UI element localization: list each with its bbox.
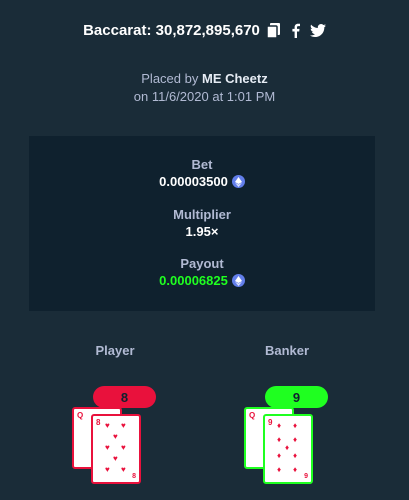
card-rank-bottom: 8 (132, 473, 136, 480)
facebook-icon[interactable] (288, 23, 304, 39)
player-label: Player (95, 343, 135, 358)
heart-suit-icon: ♥ (121, 443, 126, 452)
diamond-suit-icon: ♦ (277, 451, 282, 460)
heart-suit-icon: ♥ (113, 432, 118, 441)
heart-suit-icon: ♥ (121, 421, 126, 430)
player-card-2: 8 8 ♥ ♥ ♥ ♥ ♥ ♥ ♥ ♥ (91, 414, 141, 484)
bet-stats-panel: Bet 0.00003500 Multiplier 1.95× Payout 0… (29, 136, 375, 311)
banker-label: Banker (264, 343, 310, 358)
player-score-badge: 8 (93, 386, 156, 408)
card-rank: 8 (96, 418, 101, 427)
diamond-suit-icon: ♦ (285, 443, 290, 452)
payout-stat: Payout 0.00006825 (29, 256, 375, 288)
bet-stat: Bet 0.00003500 (29, 157, 375, 189)
multiplier-stat: Multiplier 1.95× (29, 207, 375, 239)
bet-title: Baccarat: 30,872,895,670 (83, 22, 260, 39)
multiplier-label: Multiplier (173, 207, 231, 222)
bet-value: 0.00003500 (159, 174, 228, 189)
multiplier-value: 1.95× (185, 224, 219, 239)
heart-suit-icon: ♥ (105, 443, 110, 452)
diamond-suit-icon: ♦ (277, 465, 282, 474)
heart-suit-icon: ♥ (105, 421, 110, 430)
diamond-suit-icon: ♦ (293, 421, 298, 430)
heart-suit-icon: ♥ (121, 465, 126, 474)
heart-suit-icon: ♥ (113, 454, 118, 463)
diamond-suit-icon: ♦ (293, 465, 298, 474)
payout-label: Payout (180, 256, 224, 271)
card-rank-bottom: 9 (304, 473, 308, 480)
card-rank: Q (249, 411, 256, 420)
card-rank: Q (77, 411, 84, 420)
copy-icon[interactable] (266, 23, 282, 39)
banker-card-2: 9 9 ♦ ♦ ♦ ♦ ♦ ♦ ♦ ♦ ♦ (263, 414, 313, 484)
heart-suit-icon: ♥ (105, 465, 110, 474)
placed-user[interactable]: ME Cheetz (202, 71, 268, 86)
banker-score: 9 (292, 389, 301, 405)
placed-prefix: Placed by (141, 71, 199, 86)
eth-icon (231, 274, 245, 287)
bet-value-row: 0.00003500 (29, 174, 375, 189)
multiplier-value-row: 1.95× (29, 224, 375, 239)
diamond-suit-icon: ♦ (293, 451, 298, 460)
bet-label: Bet (191, 157, 213, 172)
twitter-icon[interactable] (309, 23, 326, 39)
eth-icon (231, 175, 245, 188)
diamond-suit-icon: ♦ (277, 421, 282, 430)
payout-value: 0.00006825 (159, 273, 228, 288)
diamond-suit-icon: ♦ (277, 435, 282, 444)
player-score: 8 (120, 389, 129, 405)
placed-date: on 11/6/2020 at 1:01 PM (133, 89, 276, 104)
payout-value-row: 0.00006825 (29, 273, 375, 288)
card-rank: 9 (268, 418, 273, 427)
banker-score-badge: 9 (265, 386, 328, 408)
bet-header: Baccarat: 30,872,895,670 (0, 22, 409, 39)
placed-info: Placed by ME Cheetz on 11/6/2020 at 1:01… (0, 70, 409, 106)
diamond-suit-icon: ♦ (293, 435, 298, 444)
